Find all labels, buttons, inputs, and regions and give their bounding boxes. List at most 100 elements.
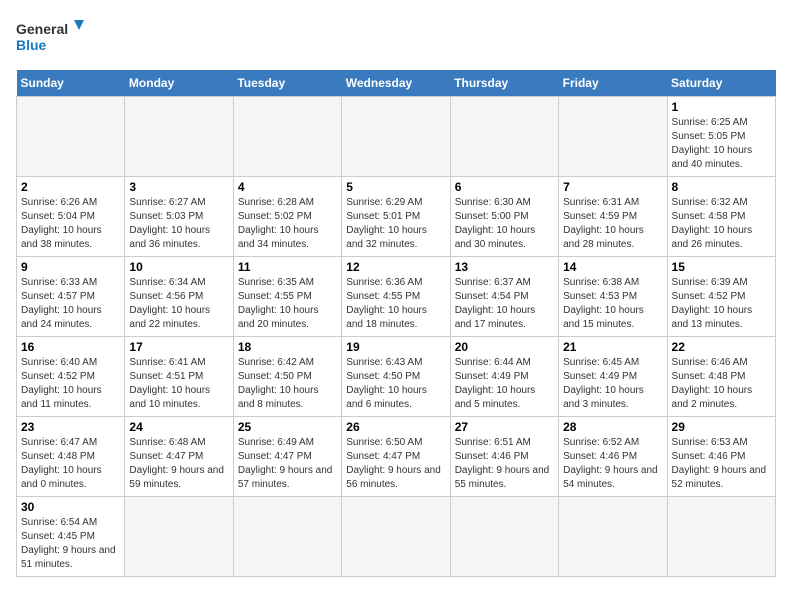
calendar-cell (233, 497, 341, 577)
day-number: 14 (563, 260, 662, 274)
day-number: 22 (672, 340, 771, 354)
day-info: Sunrise: 6:47 AM Sunset: 4:48 PM Dayligh… (21, 436, 120, 492)
calendar-week-row: 30 Sunrise: 6:54 AM Sunset: 4:45 PM Dayli… (17, 497, 776, 577)
day-number: 20 (455, 340, 554, 354)
day-info: Sunrise: 6:31 AM Sunset: 4:59 PM Dayligh… (563, 196, 662, 252)
weekday-header-wednesday: Wednesday (342, 70, 450, 97)
day-number: 30 (21, 500, 120, 514)
day-number: 19 (346, 340, 445, 354)
day-info: Sunrise: 6:45 AM Sunset: 4:49 PM Dayligh… (563, 356, 662, 412)
day-number: 10 (129, 260, 228, 274)
calendar-cell (559, 497, 667, 577)
calendar-cell: 22 Sunrise: 6:46 AM Sunset: 4:48 PM Dayli… (667, 337, 775, 417)
calendar-cell: 25 Sunrise: 6:49 AM Sunset: 4:47 PM Dayli… (233, 417, 341, 497)
calendar-cell: 18 Sunrise: 6:42 AM Sunset: 4:50 PM Dayli… (233, 337, 341, 417)
svg-text:General: General (16, 21, 68, 37)
day-number: 15 (672, 260, 771, 274)
calendar-table: SundayMondayTuesdayWednesdayThursdayFrid… (16, 70, 776, 577)
day-number: 4 (238, 180, 337, 194)
day-info: Sunrise: 6:26 AM Sunset: 5:04 PM Dayligh… (21, 196, 120, 252)
calendar-week-row: 2 Sunrise: 6:26 AM Sunset: 5:04 PM Daylig… (17, 177, 776, 257)
weekday-header-thursday: Thursday (450, 70, 558, 97)
calendar-week-row: 23 Sunrise: 6:47 AM Sunset: 4:48 PM Dayli… (17, 417, 776, 497)
day-number: 1 (672, 100, 771, 114)
calendar-cell: 29Sunrise: 6:53 AM Sunset: 4:46 PM Dayli… (667, 417, 775, 497)
calendar-cell (450, 497, 558, 577)
day-info: Sunrise: 6:43 AM Sunset: 4:50 PM Dayligh… (346, 356, 445, 412)
day-info: Sunrise: 6:36 AM Sunset: 4:55 PM Dayligh… (346, 276, 445, 332)
day-info: Sunrise: 6:34 AM Sunset: 4:56 PM Dayligh… (129, 276, 228, 332)
calendar-cell (233, 97, 341, 177)
calendar-cell: 27Sunrise: 6:51 AM Sunset: 4:46 PM Dayli… (450, 417, 558, 497)
calendar-cell (17, 97, 125, 177)
day-info: Sunrise: 6:35 AM Sunset: 4:55 PM Dayligh… (238, 276, 337, 332)
day-number: 23 (21, 420, 120, 434)
day-info: Sunrise: 6:54 AM Sunset: 4:45 PM Dayligh… (21, 516, 120, 572)
svg-text:Blue: Blue (16, 37, 47, 53)
day-info: Sunrise: 6:49 AM Sunset: 4:47 PM Dayligh… (238, 436, 337, 492)
day-info: Sunrise: 6:41 AM Sunset: 4:51 PM Dayligh… (129, 356, 228, 412)
day-number: 24 (129, 420, 228, 434)
weekday-header-saturday: Saturday (667, 70, 775, 97)
calendar-week-row: 16Sunrise: 6:40 AM Sunset: 4:52 PM Dayli… (17, 337, 776, 417)
day-info: Sunrise: 6:27 AM Sunset: 5:03 PM Dayligh… (129, 196, 228, 252)
calendar-cell: 15 Sunrise: 6:39 AM Sunset: 4:52 PM Dayli… (667, 257, 775, 337)
weekday-header-friday: Friday (559, 70, 667, 97)
day-info: Sunrise: 6:28 AM Sunset: 5:02 PM Dayligh… (238, 196, 337, 252)
day-number: 3 (129, 180, 228, 194)
day-number: 25 (238, 420, 337, 434)
calendar-cell: 8Sunrise: 6:32 AM Sunset: 4:58 PM Daylig… (667, 177, 775, 257)
calendar-cell: 2 Sunrise: 6:26 AM Sunset: 5:04 PM Daylig… (17, 177, 125, 257)
calendar-week-row: 1 Sunrise: 6:25 AM Sunset: 5:05 PM Daylig… (17, 97, 776, 177)
calendar-cell: 9Sunrise: 6:33 AM Sunset: 4:57 PM Daylig… (17, 257, 125, 337)
weekday-header-tuesday: Tuesday (233, 70, 341, 97)
weekday-header-monday: Monday (125, 70, 233, 97)
weekday-header-row: SundayMondayTuesdayWednesdayThursdayFrid… (17, 70, 776, 97)
page-header: General Blue (16, 16, 776, 60)
calendar-cell: 19 Sunrise: 6:43 AM Sunset: 4:50 PM Dayli… (342, 337, 450, 417)
logo-svg: General Blue (16, 16, 86, 60)
calendar-cell (450, 97, 558, 177)
day-info: Sunrise: 6:48 AM Sunset: 4:47 PM Dayligh… (129, 436, 228, 492)
calendar-cell: 7 Sunrise: 6:31 AM Sunset: 4:59 PM Daylig… (559, 177, 667, 257)
day-number: 26 (346, 420, 445, 434)
day-info: Sunrise: 6:51 AM Sunset: 4:46 PM Dayligh… (455, 436, 554, 492)
logo: General Blue (16, 16, 86, 60)
day-info: Sunrise: 6:46 AM Sunset: 4:48 PM Dayligh… (672, 356, 771, 412)
calendar-cell: 12Sunrise: 6:36 AM Sunset: 4:55 PM Dayli… (342, 257, 450, 337)
calendar-cell: 1 Sunrise: 6:25 AM Sunset: 5:05 PM Daylig… (667, 97, 775, 177)
calendar-cell: 28 Sunrise: 6:52 AM Sunset: 4:46 PM Dayli… (559, 417, 667, 497)
day-info: Sunrise: 6:39 AM Sunset: 4:52 PM Dayligh… (672, 276, 771, 332)
calendar-cell: 26Sunrise: 6:50 AM Sunset: 4:47 PM Dayli… (342, 417, 450, 497)
day-number: 18 (238, 340, 337, 354)
calendar-cell: 11 Sunrise: 6:35 AM Sunset: 4:55 PM Dayli… (233, 257, 341, 337)
day-number: 5 (346, 180, 445, 194)
calendar-cell: 30 Sunrise: 6:54 AM Sunset: 4:45 PM Dayli… (17, 497, 125, 577)
calendar-cell (559, 97, 667, 177)
day-info: Sunrise: 6:52 AM Sunset: 4:46 PM Dayligh… (563, 436, 662, 492)
day-number: 16 (21, 340, 120, 354)
calendar-cell: 4 Sunrise: 6:28 AM Sunset: 5:02 PM Daylig… (233, 177, 341, 257)
day-info: Sunrise: 6:44 AM Sunset: 4:49 PM Dayligh… (455, 356, 554, 412)
calendar-cell: 6 Sunrise: 6:30 AM Sunset: 5:00 PM Daylig… (450, 177, 558, 257)
calendar-cell (667, 497, 775, 577)
calendar-cell: 23 Sunrise: 6:47 AM Sunset: 4:48 PM Dayli… (17, 417, 125, 497)
calendar-cell: 3 Sunrise: 6:27 AM Sunset: 5:03 PM Daylig… (125, 177, 233, 257)
day-info: Sunrise: 6:25 AM Sunset: 5:05 PM Dayligh… (672, 116, 771, 172)
day-number: 28 (563, 420, 662, 434)
calendar-cell: 10 Sunrise: 6:34 AM Sunset: 4:56 PM Dayli… (125, 257, 233, 337)
day-number: 6 (455, 180, 554, 194)
day-number: 21 (563, 340, 662, 354)
day-info: Sunrise: 6:38 AM Sunset: 4:53 PM Dayligh… (563, 276, 662, 332)
calendar-cell: 17 Sunrise: 6:41 AM Sunset: 4:51 PM Dayli… (125, 337, 233, 417)
day-info: Sunrise: 6:53 AM Sunset: 4:46 PM Dayligh… (672, 436, 771, 492)
day-info: Sunrise: 6:37 AM Sunset: 4:54 PM Dayligh… (455, 276, 554, 332)
day-info: Sunrise: 6:42 AM Sunset: 4:50 PM Dayligh… (238, 356, 337, 412)
calendar-cell: 20 Sunrise: 6:44 AM Sunset: 4:49 PM Dayli… (450, 337, 558, 417)
day-number: 7 (563, 180, 662, 194)
day-number: 17 (129, 340, 228, 354)
calendar-cell (125, 97, 233, 177)
day-info: Sunrise: 6:30 AM Sunset: 5:00 PM Dayligh… (455, 196, 554, 252)
day-number: 2 (21, 180, 120, 194)
day-number: 11 (238, 260, 337, 274)
